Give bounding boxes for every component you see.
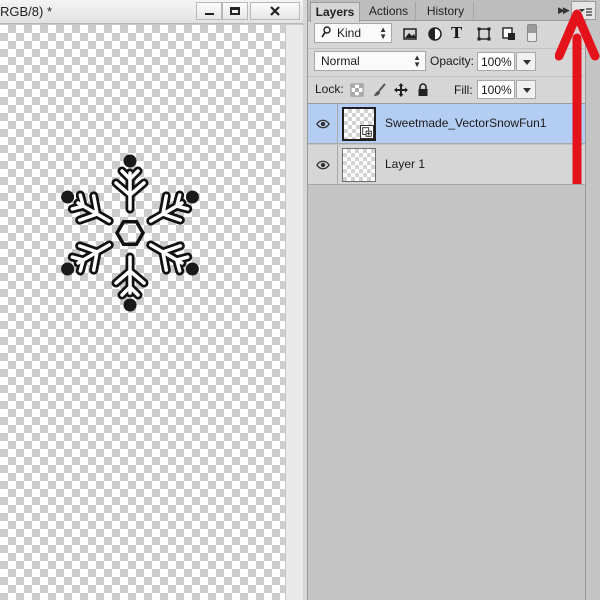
type-filter-icon[interactable]: T	[451, 26, 467, 42]
lock-transparent-pixels-icon[interactable]	[350, 83, 364, 97]
filter-kind-select[interactable]: Kind ▲ ▼	[314, 23, 392, 43]
layer-row-layer-1[interactable]: Layer 1	[308, 145, 586, 185]
filter-toggle-switch[interactable]	[527, 24, 537, 42]
opacity-input[interactable]: 100%	[477, 52, 515, 71]
snowflake-dot	[185, 190, 199, 204]
layer-filter-row: Kind ▲ ▼ T	[308, 21, 586, 46]
visibility-toggle[interactable]	[308, 104, 338, 144]
layer-thumbnail[interactable]	[342, 148, 376, 182]
smart-object-filter-icon[interactable]	[501, 26, 517, 42]
snowflake-dot	[61, 262, 75, 276]
eye-icon	[316, 160, 330, 170]
updown-arrow-icon: ▲ ▼	[413, 53, 421, 69]
layers-list: Sweetmade_VectorSnowFun1 Layer 1	[308, 103, 586, 600]
layer-name[interactable]: Layer 1	[385, 157, 425, 171]
tab-history[interactable]: History	[418, 2, 474, 21]
snowflake-dot	[185, 262, 199, 276]
search-icon	[321, 26, 331, 38]
shape-filter-icon[interactable]	[476, 26, 492, 42]
blend-row: Normal ▲ ▼ Opacity: 100%	[308, 48, 586, 72]
fill-dropdown-button[interactable]	[516, 80, 536, 99]
opacity-dropdown-button[interactable]	[516, 52, 536, 71]
smart-object-icon	[360, 125, 374, 139]
lock-row: Lock: Fill: 100%	[308, 76, 586, 101]
lock-icon[interactable]	[416, 83, 430, 97]
document-scrollbar[interactable]	[285, 25, 303, 600]
blend-mode-select[interactable]: Normal ▲ ▼	[314, 51, 426, 71]
maximize-button[interactable]	[222, 2, 248, 20]
brush-icon[interactable]	[373, 83, 387, 97]
fill-label: Fill:	[454, 83, 473, 97]
minimize-button[interactable]	[196, 2, 222, 20]
filter-kind-label: Kind	[337, 26, 362, 40]
document-canvas[interactable]	[0, 25, 285, 600]
fill-input[interactable]: 100%	[477, 80, 515, 99]
minimize-icon	[204, 13, 214, 15]
eye-icon	[316, 119, 330, 129]
panel-tab-bar: Layers Actions History ▶▶	[308, 0, 586, 22]
chevron-down-icon	[523, 60, 531, 65]
document-title: RGB/8) *	[0, 4, 53, 19]
adjustment-filter-icon[interactable]	[427, 26, 443, 42]
updown-arrow-icon: ▲ ▼	[379, 25, 387, 41]
layers-panel: Layers Actions History ▶▶ Kind ▲ ▼ T Norm…	[307, 0, 586, 600]
image-filter-icon[interactable]	[402, 26, 418, 42]
snowflake-dot	[123, 298, 137, 312]
tab-actions[interactable]: Actions	[362, 2, 416, 21]
blend-mode-value: Normal	[321, 54, 360, 68]
snowflake-dot	[123, 154, 137, 168]
snowflake-dot	[61, 190, 75, 204]
tab-layers[interactable]: Layers	[310, 2, 360, 22]
close-button[interactable]	[250, 2, 300, 20]
document-window: RGB/8) *	[0, 0, 303, 600]
lock-label: Lock:	[315, 82, 344, 96]
maximize-icon	[230, 7, 240, 15]
layer-row-sweetmade[interactable]: Sweetmade_VectorSnowFun1	[308, 104, 586, 144]
move-icon[interactable]	[394, 83, 408, 97]
snowflake-artwork	[61, 154, 199, 312]
layer-name[interactable]: Sweetmade_VectorSnowFun1	[385, 116, 546, 130]
opacity-label: Opacity:	[430, 54, 475, 68]
close-icon	[270, 6, 280, 16]
chevron-down-icon	[523, 88, 531, 93]
annotation-arrow	[555, 9, 600, 184]
document-titlebar[interactable]: RGB/8) *	[0, 0, 303, 24]
visibility-toggle[interactable]	[308, 145, 338, 185]
